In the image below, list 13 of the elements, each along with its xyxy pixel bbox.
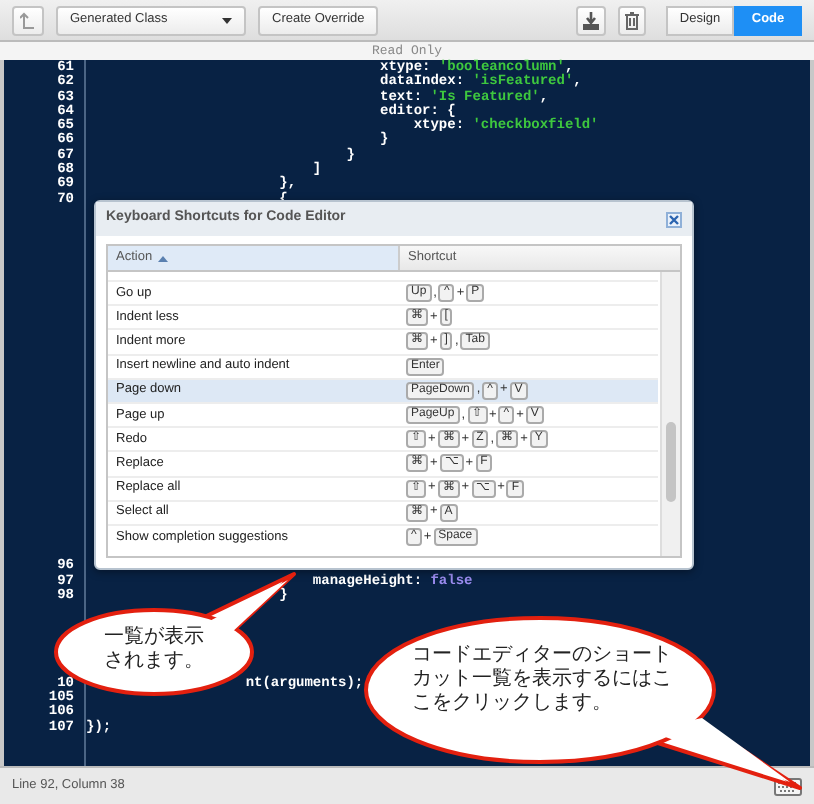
close-icon[interactable] — [666, 211, 682, 227]
download-button[interactable] — [576, 5, 606, 35]
callout-text: コードエディターのショートカット一覧を表示するにはここをクリックします。 — [412, 644, 674, 716]
up-arrow-icon — [20, 11, 36, 29]
download-icon — [582, 11, 600, 29]
caret-icon — [222, 17, 232, 23]
scrollbar-thumb[interactable] — [666, 422, 676, 502]
scrollbar[interactable] — [660, 272, 680, 556]
trash-icon — [624, 11, 640, 29]
back-button[interactable] — [12, 5, 44, 35]
callout-text: 一覧が表示されます。 — [104, 626, 206, 674]
delete-button[interactable] — [618, 5, 646, 35]
sort-ascending-icon — [158, 255, 169, 261]
